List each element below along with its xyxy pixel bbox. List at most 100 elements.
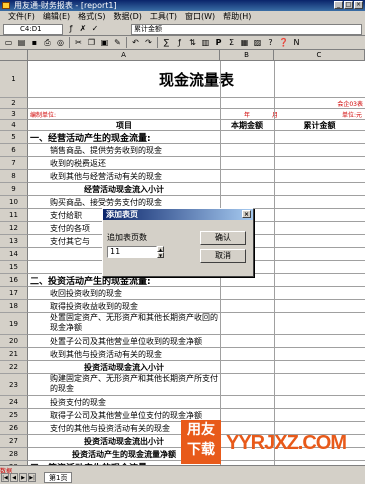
cash-flow-row-label[interactable]: 销售商品、提供劳务收到的现金 bbox=[50, 144, 220, 157]
cut-icon[interactable]: ✂ bbox=[73, 37, 84, 48]
row-header[interactable]: 8 bbox=[0, 170, 28, 183]
header-cumulative[interactable]: 累计金额 bbox=[274, 120, 365, 131]
header-item[interactable]: 项目 bbox=[28, 120, 220, 131]
row-header[interactable]: 17 bbox=[0, 287, 28, 300]
row-header[interactable]: 22 bbox=[0, 361, 28, 374]
sigma-icon[interactable]: Σ bbox=[226, 37, 237, 48]
row-header[interactable]: 16 bbox=[0, 274, 28, 287]
row-header[interactable]: 3 bbox=[0, 109, 28, 120]
query-icon[interactable]: ? bbox=[265, 37, 276, 48]
row-header[interactable]: 6 bbox=[0, 144, 28, 157]
cash-flow-row-label[interactable]: 购建固定资产、无形资产和其他长期资产所支付的现金 bbox=[30, 374, 220, 396]
row-header[interactable]: 19 bbox=[0, 313, 28, 335]
cash-flow-row-label[interactable]: 处置固定资产、无形资产和其他长期资产收回的现金净额 bbox=[30, 313, 220, 335]
cash-flow-row-label[interactable]: 收到其他与经营活动有关的现金 bbox=[50, 170, 220, 183]
sort-icon[interactable]: ⇅ bbox=[187, 37, 198, 48]
row-header[interactable]: 27 bbox=[0, 435, 28, 448]
undo-icon[interactable]: ↶ bbox=[130, 37, 141, 48]
page-count-spinner[interactable]: ▲ ▼ bbox=[157, 246, 164, 258]
preview-icon[interactable]: ◎ bbox=[55, 37, 66, 48]
p-icon[interactable]: P bbox=[213, 37, 224, 48]
row-header[interactable]: 10 bbox=[0, 196, 28, 209]
cash-flow-row-label[interactable]: 投资支付的现金 bbox=[50, 396, 220, 409]
row-header[interactable]: 4 bbox=[0, 120, 28, 131]
menu-data[interactable]: 数据(D) bbox=[109, 11, 145, 23]
close-icon[interactable]: × bbox=[354, 1, 363, 9]
row-header[interactable]: 26 bbox=[0, 422, 28, 435]
row-header[interactable]: 2 bbox=[0, 98, 28, 109]
chart-icon[interactable]: ▥ bbox=[200, 37, 211, 48]
year-label[interactable]: 年 bbox=[244, 109, 254, 120]
menu-file[interactable]: 文件(F) bbox=[4, 11, 39, 23]
row-header[interactable]: 24 bbox=[0, 396, 28, 409]
unit-label[interactable]: 编制单位: bbox=[30, 109, 90, 120]
row-header[interactable]: 12 bbox=[0, 222, 28, 235]
sheet-tab-page-1[interactable]: 第1页 bbox=[44, 472, 73, 483]
cash-flow-row-label[interactable]: 取得投资收益收到的现金 bbox=[50, 300, 220, 313]
cash-flow-row-label[interactable]: 收回投资收到的现金 bbox=[50, 287, 220, 300]
help-icon[interactable]: ❓ bbox=[278, 37, 289, 48]
row-header[interactable]: 21 bbox=[0, 348, 28, 361]
cancel-edit-icon[interactable]: ✗ bbox=[78, 24, 88, 34]
cash-flow-row-label[interactable]: 处置子公司及其他营业单位收到的现金净额 bbox=[50, 335, 220, 348]
cash-flow-row-label[interactable]: 一、经营活动产生的现金流量: bbox=[30, 131, 220, 144]
spin-down-icon[interactable]: ▼ bbox=[157, 252, 164, 258]
row-header[interactable]: 7 bbox=[0, 157, 28, 170]
row-header[interactable]: 1 bbox=[0, 61, 28, 98]
prev-tab-icon[interactable]: ◀ bbox=[10, 473, 18, 482]
print-icon[interactable]: ⎙ bbox=[42, 37, 53, 48]
new-icon[interactable]: ▭ bbox=[3, 37, 14, 48]
confirm-edit-icon[interactable]: ✓ bbox=[90, 24, 100, 34]
menu-edit[interactable]: 编辑(E) bbox=[39, 11, 74, 23]
cash-flow-row-label[interactable]: 经营活动现金流入小计 bbox=[28, 183, 220, 196]
corner-header[interactable] bbox=[0, 50, 28, 61]
formula-input[interactable]: 累计金额 bbox=[131, 24, 362, 35]
format-painter-icon[interactable]: ✎ bbox=[112, 37, 123, 48]
confirm-button[interactable]: 确认 bbox=[200, 231, 246, 245]
row-header[interactable]: 25 bbox=[0, 409, 28, 422]
row-header[interactable]: 15 bbox=[0, 261, 28, 274]
row-header[interactable]: 23 bbox=[0, 374, 28, 396]
cell-reference-box[interactable]: C4:D1 bbox=[3, 24, 63, 35]
row-header[interactable]: 5 bbox=[0, 131, 28, 144]
form-code[interactable]: 会企03表 bbox=[300, 98, 363, 109]
save-icon[interactable]: ▪ bbox=[29, 37, 40, 48]
copy-icon[interactable]: ❐ bbox=[86, 37, 97, 48]
minimize-icon[interactable]: _ bbox=[334, 1, 343, 9]
cancel-button[interactable]: 取消 bbox=[200, 249, 246, 263]
row-header[interactable]: 13 bbox=[0, 235, 28, 248]
cash-flow-row-label[interactable]: 投资活动现金流入小计 bbox=[28, 361, 220, 374]
cash-flow-row-label[interactable]: 收到其他与投资活动有关的现金 bbox=[50, 348, 220, 361]
merge-icon[interactable]: ▨ bbox=[252, 37, 263, 48]
paste-icon[interactable]: ▣ bbox=[99, 37, 110, 48]
menu-window[interactable]: 窗口(W) bbox=[181, 11, 219, 23]
currency-label[interactable]: 单位:元 bbox=[312, 109, 362, 120]
next-tab-icon[interactable]: ▶ bbox=[19, 473, 27, 482]
first-tab-icon[interactable]: |◀ bbox=[1, 473, 9, 482]
header-current[interactable]: 本期金额 bbox=[220, 120, 274, 131]
open-icon[interactable]: ▤ bbox=[16, 37, 27, 48]
row-header[interactable]: 28 bbox=[0, 448, 28, 461]
n-icon[interactable]: N bbox=[291, 37, 302, 48]
menu-format[interactable]: 格式(S) bbox=[74, 11, 109, 23]
redo-icon[interactable]: ↷ bbox=[143, 37, 154, 48]
menu-tools[interactable]: 工具(T) bbox=[146, 11, 181, 23]
row-header[interactable]: 11 bbox=[0, 209, 28, 222]
fx-icon[interactable]: ƒ bbox=[174, 37, 185, 48]
row-header[interactable]: 14 bbox=[0, 248, 28, 261]
cash-flow-row-label[interactable]: 收到的税费返还 bbox=[50, 157, 220, 170]
report-title[interactable]: 现金流量表 bbox=[28, 61, 365, 98]
sum-icon[interactable]: ∑ bbox=[161, 37, 172, 48]
last-tab-icon[interactable]: ▶| bbox=[28, 473, 36, 482]
function-icon[interactable]: ƒ bbox=[66, 24, 76, 34]
row-header[interactable]: 9 bbox=[0, 183, 28, 196]
menu-help[interactable]: 帮助(H) bbox=[219, 11, 255, 23]
row-header[interactable]: 20 bbox=[0, 335, 28, 348]
row-header[interactable]: 18 bbox=[0, 300, 28, 313]
fill-icon[interactable]: ▦ bbox=[239, 37, 250, 48]
dialog-close-icon[interactable]: × bbox=[242, 210, 251, 218]
column-header-a[interactable]: A bbox=[28, 50, 220, 61]
column-header-c[interactable]: C bbox=[274, 50, 365, 61]
page-count-input[interactable]: 11 bbox=[107, 246, 157, 258]
maximize-icon[interactable]: □ bbox=[344, 1, 353, 9]
